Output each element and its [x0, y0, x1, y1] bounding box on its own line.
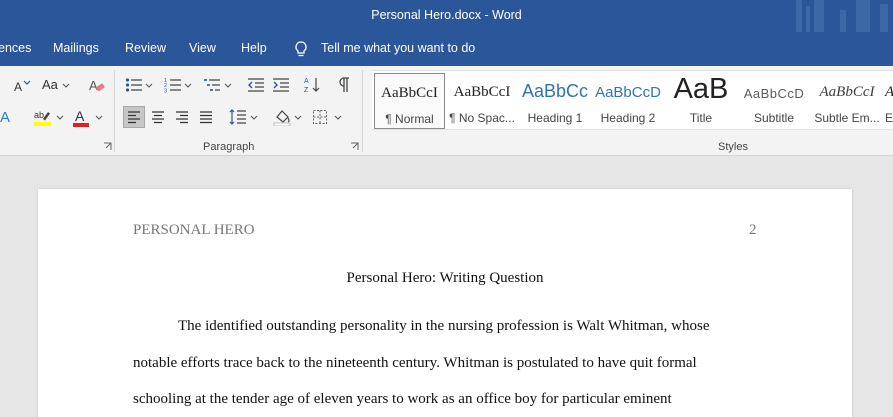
svg-text:A: A [0, 109, 10, 126]
line-spacing-icon[interactable] [229, 108, 247, 126]
highlighter-icon[interactable]: ab [33, 108, 53, 128]
style-preview: AaBbCc [521, 81, 589, 101]
page-number: 2 [749, 222, 757, 238]
chevron-down-icon[interactable] [184, 83, 192, 89]
tab-help[interactable]: Help [241, 41, 267, 55]
style-emphasis[interactable]: A E [884, 73, 893, 129]
paragraph-dialog-launcher-icon[interactable] [350, 142, 359, 151]
chevron-down-icon[interactable] [56, 115, 64, 121]
style-preview: A [885, 84, 893, 101]
style-normal[interactable]: AaBbCcI ¶ Normal [374, 73, 445, 129]
tab-view[interactable]: View [189, 41, 216, 55]
style-name: Heading 1 [527, 111, 583, 125]
svg-text:A: A [89, 78, 98, 93]
tab-references[interactable]: ences [0, 41, 31, 55]
ribbon-tab-bar: ences Mailings Review View Help Tell me … [0, 32, 893, 66]
style-name: Subtle Em... [814, 111, 880, 125]
styles-gallery: AaBbCcI ¶ Normal AaBbCcI ¶ No Spac... Aa… [372, 70, 893, 130]
decrease-indent-icon[interactable] [247, 77, 265, 93]
title-bar: Personal Hero.docx - Word [0, 0, 893, 42]
chevron-down-icon[interactable] [250, 115, 258, 121]
style-preview: AaBbCcI [453, 84, 511, 100]
chevron-down-icon[interactable] [145, 83, 153, 89]
chevron-down-icon[interactable] [334, 115, 342, 121]
justify-icon[interactable] [199, 110, 213, 124]
style-name: Title [689, 111, 713, 125]
bullets-icon[interactable] [125, 77, 143, 93]
chevron-down-icon[interactable] [62, 83, 70, 89]
align-left-button[interactable] [123, 106, 145, 128]
body-text-line: The identified outstanding personality i… [178, 318, 710, 334]
shading-icon[interactable] [273, 108, 291, 126]
shrink-font-icon[interactable]: A [0, 78, 32, 94]
style-preview: AaB [673, 73, 729, 105]
style-name: ¶ Normal [385, 112, 434, 126]
style-preview: AaBbCcI [381, 85, 438, 101]
align-center-icon[interactable] [151, 110, 165, 124]
svg-text:A: A [75, 108, 85, 124]
body-text-line: notable efforts trace back to the ninete… [133, 355, 697, 371]
svg-text:Z: Z [304, 87, 309, 94]
align-right-icon[interactable] [175, 110, 189, 124]
font-dialog-launcher-icon[interactable] [103, 142, 112, 151]
running-header: PERSONAL HERO [133, 222, 255, 238]
style-name: Heading 2 [600, 111, 656, 125]
style-heading-2[interactable]: AaBbCcD Heading 2 [592, 73, 664, 129]
style-name: ¶ No Spac... [449, 111, 515, 125]
style-subtle-emphasis[interactable]: AaBbCcI Subtle Em... [811, 73, 883, 129]
style-preview: AaBbCcD [743, 86, 805, 101]
tab-mailings[interactable]: Mailings [53, 41, 99, 55]
ribbon: A Aa A A ab A 1 2 3 A Z Paragraph AaBbCc… [0, 66, 893, 156]
style-preview: AaBbCcI [819, 84, 875, 100]
clear-formatting-icon[interactable]: A [87, 76, 105, 94]
svg-text:A: A [304, 78, 309, 85]
document-heading: Personal Hero: Writing Question [346, 270, 544, 286]
align-left-icon [128, 111, 140, 124]
numbering-icon[interactable]: 1 2 3 [164, 77, 182, 93]
style-no-spacing[interactable]: AaBbCcI ¶ No Spac... [446, 73, 518, 129]
text-effects-icon[interactable]: A [0, 108, 14, 126]
chevron-down-icon[interactable] [95, 115, 103, 121]
body-text-line: schooling at the tender age of eleven ye… [133, 391, 672, 407]
svg-text:3: 3 [164, 89, 167, 94]
svg-text:A: A [14, 80, 22, 94]
show-formatting-marks-icon[interactable] [336, 77, 350, 93]
increase-indent-icon[interactable] [272, 77, 290, 93]
tell-me-search[interactable]: Tell me what you want to do [321, 41, 475, 55]
chevron-down-icon[interactable] [224, 83, 232, 89]
styles-group-label: Styles [718, 141, 748, 153]
style-heading-1[interactable]: AaBbCc Heading 1 [519, 73, 591, 129]
borders-icon[interactable] [312, 109, 328, 125]
document-page[interactable]: PERSONAL HERO 2 Personal Hero: Writing Q… [38, 189, 852, 417]
change-case-button[interactable]: Aa [42, 77, 58, 92]
window-title: Personal Hero.docx - Word [371, 8, 522, 22]
style-name: E [885, 111, 893, 125]
paragraph-group-label: Paragraph [203, 141, 255, 153]
font-color-icon[interactable]: A [72, 108, 90, 128]
style-subtitle[interactable]: AaBbCcD Subtitle [738, 73, 810, 129]
group-separator [114, 70, 115, 152]
group-separator [362, 70, 363, 152]
style-title[interactable]: AaB Title [665, 73, 737, 129]
chevron-down-icon[interactable] [294, 115, 302, 121]
multilevel-list-icon[interactable] [203, 77, 221, 93]
lightbulb-icon[interactable] [293, 40, 309, 58]
style-name: Subtitle [753, 111, 795, 125]
sort-icon[interactable]: A Z [304, 76, 320, 94]
tab-review[interactable]: Review [125, 41, 166, 55]
svg-text:ab: ab [34, 110, 44, 120]
style-preview: AaBbCcD [595, 84, 661, 101]
